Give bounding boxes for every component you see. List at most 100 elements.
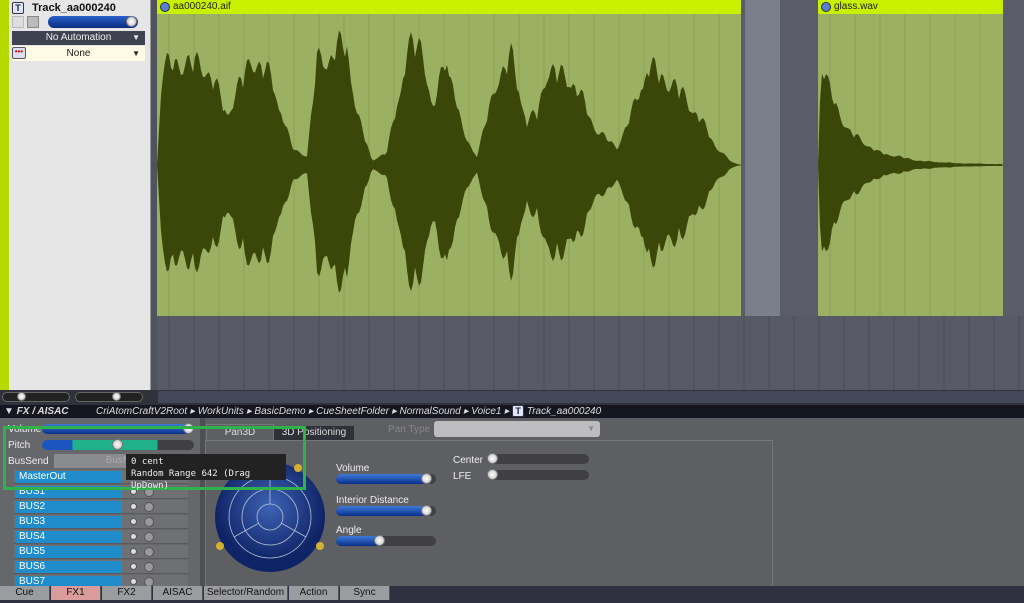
track-name: Track_aa000240 (32, 2, 116, 14)
waveform-shape (818, 73, 1002, 252)
bus-level-knob[interactable] (130, 578, 137, 585)
tab-action[interactable]: Action (289, 586, 339, 600)
bus-level-knob[interactable] (130, 533, 137, 540)
slider-knob[interactable] (421, 505, 432, 516)
tab-selector-random[interactable]: Selector/Random (204, 586, 288, 600)
angle-slider[interactable] (336, 535, 436, 546)
pan-volume-label: Volume (336, 463, 370, 474)
breadcrumb-item[interactable]: CriAtomCraftV2Root (96, 406, 187, 417)
interior-distance-label: Interior Distance (336, 495, 409, 506)
track-color-bar (0, 0, 9, 390)
panel-title: ▼ FX / AISAC (4, 406, 69, 417)
breadcrumb-separator: ▸ (460, 406, 472, 417)
slider-knob[interactable] (112, 392, 121, 401)
bus-level-knob[interactable] (130, 518, 137, 525)
center-label: Center (453, 455, 484, 466)
waveform-toggle-icon[interactable] (12, 16, 24, 28)
speaker-marker (216, 542, 224, 550)
breadcrumb-item[interactable]: Voice1 (471, 406, 501, 417)
bus-name: BUS2 (16, 501, 122, 513)
automation-dropdown[interactable]: No Automation ▼ (12, 31, 145, 45)
slider-fill (336, 473, 432, 484)
track-type-icon: T (12, 2, 24, 14)
audio-file-icon (160, 2, 170, 12)
bus-row: BUS3 (14, 515, 188, 529)
bus-row: BUS4 (14, 530, 188, 544)
lfe-label: LFE (453, 471, 472, 482)
slider-fill (336, 505, 432, 516)
clip-name: glass.wav (834, 1, 878, 12)
scroll-row (0, 390, 1024, 405)
automation-value: No Automation (45, 32, 112, 43)
bus-send-knob[interactable] (144, 517, 154, 527)
center-slider[interactable] (487, 453, 589, 464)
tooltip-line: 0 cent (131, 457, 164, 467)
tab-sync[interactable]: Sync (340, 586, 390, 600)
clip-header[interactable]: aa000240.aif (157, 0, 741, 14)
bus-name: BUS6 (16, 561, 122, 573)
timeline-gap (745, 0, 780, 316)
breadcrumb-bar: ▼ FX / AISAC CriAtomCraftV2Root ▸ WorkUn… (0, 405, 1024, 418)
tab-cue[interactable]: Cue (0, 586, 50, 600)
bus-level-knob[interactable] (130, 548, 137, 555)
bus-send-knob[interactable] (144, 532, 154, 542)
track-icon: T (512, 405, 525, 417)
slider-knob[interactable] (421, 473, 432, 484)
pan-volume-slider[interactable] (336, 473, 436, 484)
mute-icon[interactable] (27, 16, 39, 28)
waveform-2 (818, 14, 1003, 316)
empty-track-lane (157, 316, 1024, 390)
slider-knob[interactable] (487, 453, 498, 464)
zoom-slider[interactable] (75, 392, 143, 402)
track-header-panel: T Track_aa000240 No Automation ▼ None ▼ ••… (0, 0, 150, 390)
interior-distance-slider[interactable] (336, 505, 436, 516)
horizontal-scrollbar[interactable] (158, 391, 1024, 403)
clip-aa000240[interactable]: aa000240.aif (157, 0, 741, 316)
breadcrumb-item[interactable]: Track_aa000240 (527, 406, 601, 417)
timeline: aa000240.aif glass.wav (157, 0, 1024, 390)
slider-knob[interactable] (487, 469, 498, 480)
tab-aisac[interactable]: AISAC (153, 586, 203, 600)
breadcrumb-separator: ▸ (187, 406, 198, 417)
waveform-1 (157, 14, 741, 316)
angle-label: Angle (336, 525, 362, 536)
waveform-shape (157, 30, 741, 293)
breadcrumb-item[interactable]: BasicDemo (254, 406, 305, 417)
options-icon[interactable]: ••• (12, 47, 26, 59)
breadcrumb-item[interactable]: CueSheetFolder (316, 406, 389, 417)
breadcrumb-separator: ▸ (501, 406, 513, 417)
pan-type-dropdown[interactable]: ▼ (434, 421, 600, 437)
bus-send-knob[interactable] (144, 502, 154, 512)
bus-name: BUS4 (16, 531, 122, 543)
bus-name: BUS5 (16, 546, 122, 558)
breadcrumb-separator: ▸ (305, 406, 317, 417)
slider-knob[interactable] (126, 16, 137, 27)
slider-knob[interactable] (17, 392, 26, 401)
breadcrumb: CriAtomCraftV2Root ▸ WorkUnits ▸ BasicDe… (96, 405, 601, 418)
clip-glass[interactable]: glass.wav (818, 0, 1003, 316)
breadcrumb-separator: ▸ (388, 406, 400, 417)
clip-header[interactable]: glass.wav (818, 0, 1003, 14)
bus-send-knob[interactable] (144, 562, 154, 572)
sequence-dropdown[interactable]: None ▼ ••• (12, 46, 145, 61)
speaker-marker (316, 542, 324, 550)
zoom-slider[interactable] (2, 392, 70, 402)
slider-knob[interactable] (374, 535, 385, 546)
breadcrumb-item[interactable]: WorkUnits (198, 406, 244, 417)
tab-fx2[interactable]: FX2 (102, 586, 152, 600)
track-volume-slider[interactable] (48, 16, 138, 28)
panel-splitter[interactable] (150, 0, 157, 405)
bus-row: BUS2 (14, 500, 188, 514)
tooltip: 0 cent Random Range 642 (Drag UpDown) (126, 454, 286, 491)
sequence-value: None (66, 48, 91, 59)
bus-level-knob[interactable] (130, 563, 137, 570)
lfe-slider[interactable] (487, 469, 589, 480)
bus-name: BUS3 (16, 516, 122, 528)
breadcrumb-item[interactable]: NormalSound (400, 406, 461, 417)
bus-level-knob[interactable] (130, 503, 137, 510)
pan-type-label: Pan Type (388, 424, 431, 435)
audio-file-icon (821, 2, 831, 12)
slider-fill (336, 535, 385, 546)
tab-fx1[interactable]: FX1 (51, 586, 101, 600)
bus-send-knob[interactable] (144, 547, 154, 557)
